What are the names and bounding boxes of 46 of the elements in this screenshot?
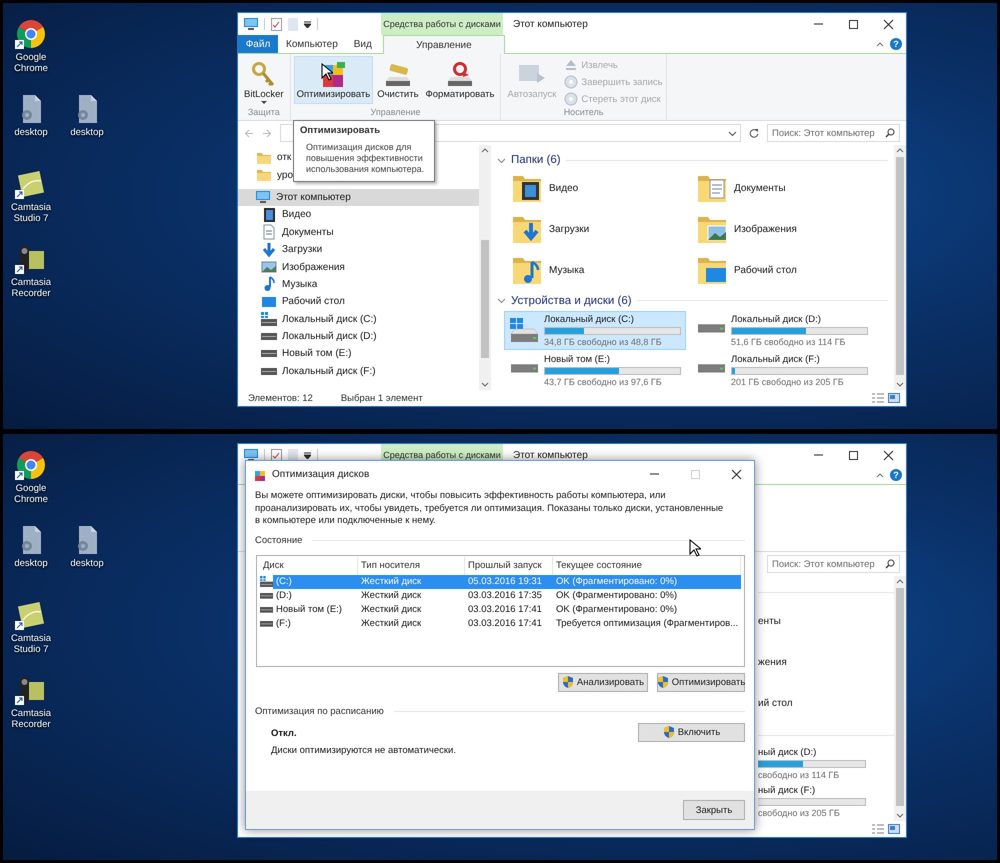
window-title: Оптимизация дисков [272, 469, 370, 480]
table-cell-text: Новый том (E:) [275, 604, 343, 615]
search-placeholder: Поиск: Этот компьютер [772, 558, 875, 570]
drive-name: Новый том (E:) [544, 354, 611, 365]
table-cell-text: Жесткий диск [360, 604, 422, 615]
section-label: Оптимизация по расписанию [255, 706, 384, 717]
drive-name: ный диск (D:) [758, 747, 818, 758]
table-cell-text: OK (Фрагментировано: 0%) [555, 604, 678, 615]
group-label: Защита [246, 107, 281, 119]
group-label: Носитель [562, 107, 604, 119]
table-cell-text: 03.03.2016 17:41 [467, 618, 543, 629]
table-cell-text: Жесткий диск [360, 576, 422, 587]
tooltip-text: Оптимизация дисков для повышения эффективности использования компьютера. [305, 142, 426, 175]
free-space-text: 34,8 ГБ свободно из 48,8 ГБ [544, 337, 663, 347]
table-cell-text: 05.03.2016 19:31 [467, 576, 543, 587]
window-title: Этот компьютер [513, 18, 588, 32]
table-cell-text: 03.03.2016 17:41 [467, 604, 543, 615]
tooltip-title: Оптимизировать [300, 125, 382, 136]
table-cell-text: Жесткий диск [360, 590, 422, 601]
table-cell-text: OK (Фрагментировано: 0%) [555, 590, 678, 601]
table-cell-text: Требуется оптимизация (Фрагментиров... [555, 618, 740, 629]
table-cell-text: Жесткий диск [360, 618, 422, 629]
window-title: Этот компьютер [513, 448, 588, 462]
table-cell-text: 03.03.2016 17:35 [467, 590, 543, 601]
free-space-text: 43,7 ГБ свободно из 97,6 ГБ [544, 377, 663, 387]
free-space-text: свободно из 114 ГБ [758, 770, 840, 780]
status-text: Элементов: 12 [248, 392, 313, 404]
table-cell-text: (C:) [275, 576, 293, 587]
drive-name: ный диск (F:) [758, 785, 816, 796]
schedule-state: Откл. [271, 728, 298, 738]
section-label: Состояние [255, 535, 302, 546]
drive-name: Локальный диск (D:) [731, 314, 822, 325]
table-cell-text: (F:) [275, 618, 292, 629]
table-cell-text: OK (Фрагментировано: 0%) [555, 576, 678, 587]
context-tab-header: Средства работы с дисками [381, 13, 503, 35]
drive-name: Локальный диск (F:) [731, 354, 821, 365]
group-label: Управление [370, 107, 422, 119]
free-space-text: свободно из 205 ГБ [758, 808, 841, 818]
description-text: Вы можете оптимизировать диски, чтобы повысить эффективность работы компьютера, или проанализировать их, чтобы увидеть, требуется ли оптимизация. Показаны только диски, установленные в компьютере или подключенные к нему. [255, 490, 724, 528]
table-cell-text: (D:) [275, 590, 293, 601]
schedule-text: Диски оптимизируются не автоматически. [271, 744, 456, 756]
free-space-text: 51,6 ГБ свободно из 114 ГБ [731, 337, 846, 347]
status-text: Выбран 1 элемент [340, 392, 423, 404]
drive-name: Локальный диск (C:) [544, 314, 635, 325]
search-placeholder: Поиск: Этот компьютер [772, 128, 875, 138]
free-space-text: 201 ГБ свободно из 205 ГБ [731, 377, 845, 387]
